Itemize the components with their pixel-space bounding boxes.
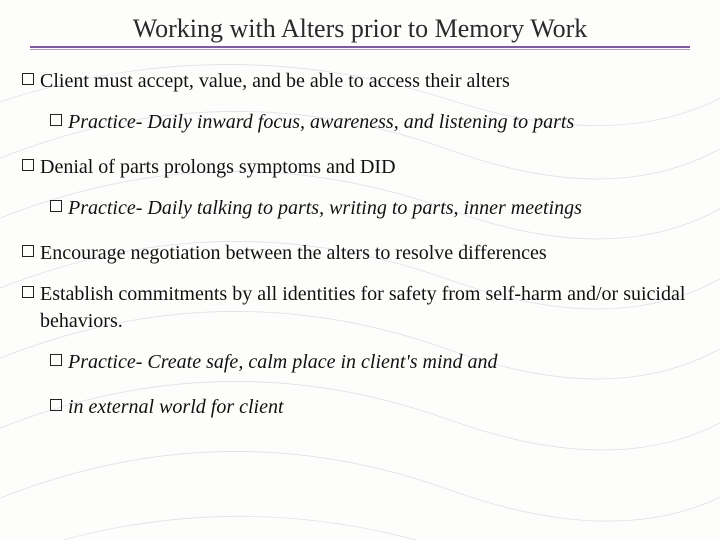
bullet-text: Practice- Create safe, calm place in cli… (68, 349, 498, 376)
bullet-text: Denial of parts prolongs symptoms and DI… (40, 154, 396, 181)
bullet-text: in external world for client (68, 394, 284, 421)
checkbox-icon (50, 399, 62, 411)
checkbox-icon (50, 354, 62, 366)
checkbox-icon (22, 73, 34, 85)
bullet-text: Client must accept, value, and be able t… (40, 68, 510, 95)
bullet-2: Denial of parts prolongs symptoms and DI… (22, 154, 698, 181)
bullet-text: Encourage negotiation between the alters… (40, 240, 547, 267)
bullet-4-sub-b: in external world for client (50, 394, 698, 421)
slide: Working with Alters prior to Memory Work… (0, 0, 720, 540)
checkbox-icon (50, 114, 62, 126)
bullet-3: Encourage negotiation between the alters… (22, 240, 698, 267)
checkbox-icon (22, 245, 34, 257)
bullet-1-sub: Practice- Daily inward focus, awareness,… (50, 109, 698, 136)
bullet-4-sub-a: Practice- Create safe, calm place in cli… (50, 349, 698, 376)
bullet-text: Establish commitments by all identities … (40, 281, 698, 335)
bullet-1: Client must accept, value, and be able t… (22, 68, 698, 95)
bullet-4: Establish commitments by all identities … (22, 281, 698, 335)
bullet-text: Practice- Daily inward focus, awareness,… (68, 109, 574, 136)
checkbox-icon (50, 200, 62, 212)
bullet-2-sub: Practice- Daily talking to parts, writin… (50, 195, 698, 222)
checkbox-icon (22, 286, 34, 298)
bullet-text: Practice- Daily talking to parts, writin… (68, 195, 582, 222)
title-underline (30, 46, 690, 50)
slide-title: Working with Alters prior to Memory Work (22, 14, 698, 48)
checkbox-icon (22, 159, 34, 171)
slide-body: Client must accept, value, and be able t… (22, 68, 698, 421)
